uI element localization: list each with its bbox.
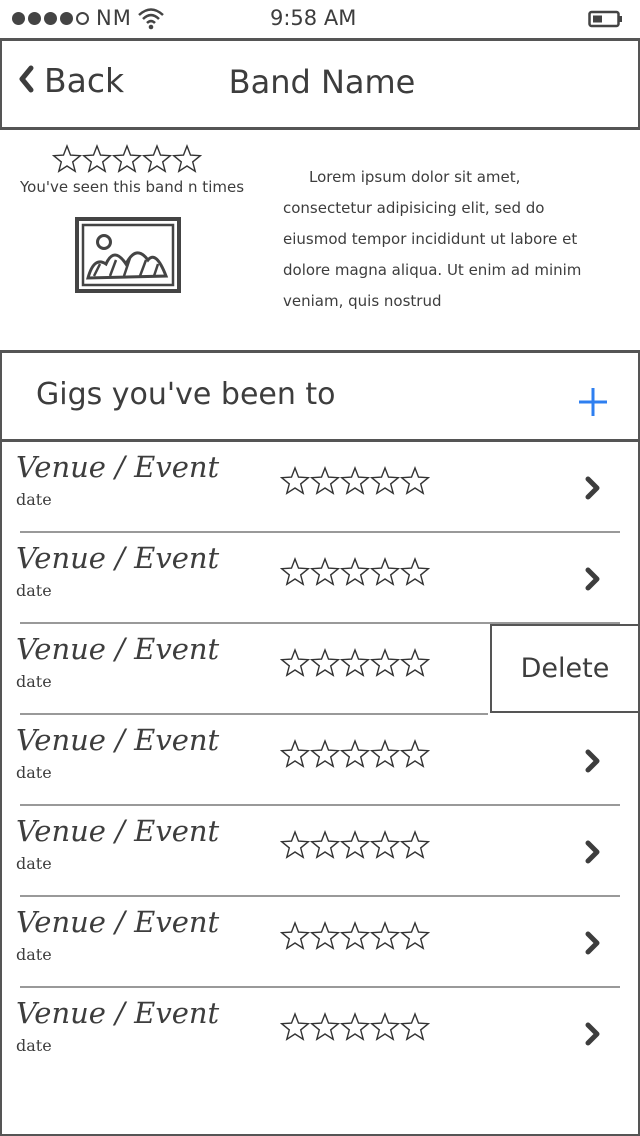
band-image (74, 216, 182, 298)
status-bar: NM 9:58 AM (0, 0, 640, 40)
add-gig-button[interactable] (576, 385, 610, 423)
gig-star-rating[interactable] (280, 557, 430, 587)
gig-star-rating[interactable] (280, 921, 430, 951)
venue-name: Venue / Event (16, 905, 220, 939)
band-header: You've seen this band n times Lorem ipsu… (0, 132, 640, 348)
star-icon[interactable] (340, 921, 370, 951)
venue-name: Venue / Event (16, 632, 220, 666)
venue-name: Venue / Event (16, 814, 220, 848)
signal-strength-icon (12, 12, 89, 25)
image-placeholder-icon (75, 217, 181, 293)
gig-star-rating[interactable] (280, 1012, 430, 1042)
star-icon[interactable] (280, 557, 310, 587)
star-icon[interactable] (400, 739, 430, 769)
gigs-section-header: Gigs you've been to (0, 350, 640, 442)
chevron-right-icon (584, 749, 600, 777)
star-icon[interactable] (340, 648, 370, 678)
star-icon[interactable] (310, 830, 340, 860)
chevron-right-icon (584, 1022, 600, 1050)
star-icon[interactable] (280, 466, 310, 496)
nav-bar: Back Band Name (0, 38, 640, 130)
star-icon[interactable] (310, 1012, 340, 1042)
chevron-right-icon (584, 931, 600, 959)
list-item[interactable]: Venue / Event date (2, 533, 638, 624)
star-icon[interactable] (400, 830, 430, 860)
battery-icon (588, 10, 624, 32)
star-icon[interactable] (280, 739, 310, 769)
list-item[interactable]: Venue / Event date (2, 806, 638, 897)
star-icon[interactable] (340, 830, 370, 860)
star-icon[interactable] (400, 921, 430, 951)
gig-date: date (16, 672, 52, 691)
star-icon[interactable] (400, 466, 430, 496)
section-title: Gigs you've been to (36, 377, 336, 412)
gig-date: date (16, 763, 52, 782)
list-item[interactable]: Venue / Event date (2, 715, 638, 806)
gig-date: date (16, 945, 52, 964)
star-icon[interactable] (280, 830, 310, 860)
wifi-icon (137, 6, 165, 34)
list-item[interactable]: Venue / Event date (2, 442, 638, 533)
star-icon[interactable] (142, 144, 172, 174)
venue-name: Venue / Event (16, 723, 220, 757)
star-icon[interactable] (112, 144, 142, 174)
star-icon[interactable] (400, 557, 430, 587)
carrier-name: NM (96, 6, 132, 30)
band-star-rating[interactable] (52, 144, 202, 174)
star-icon[interactable] (172, 144, 202, 174)
status-clock: 9:58 AM (270, 6, 357, 30)
gig-date: date (16, 854, 52, 873)
star-icon[interactable] (310, 921, 340, 951)
chevron-right-icon (584, 476, 600, 504)
list-item[interactable]: Venue / Event date Delete (2, 624, 640, 715)
star-icon[interactable] (280, 921, 310, 951)
star-icon[interactable] (280, 1012, 310, 1042)
gig-list: Venue / Event date Venue / Event date Ve… (0, 442, 640, 1136)
star-icon[interactable] (370, 648, 400, 678)
gig-star-rating[interactable] (280, 830, 430, 860)
delete-button[interactable]: Delete (490, 624, 640, 713)
star-icon[interactable] (370, 921, 400, 951)
star-icon[interactable] (370, 1012, 400, 1042)
star-icon[interactable] (310, 648, 340, 678)
venue-name: Venue / Event (16, 541, 220, 575)
star-icon[interactable] (280, 648, 310, 678)
page-title: Band Name (228, 63, 416, 101)
gig-star-rating[interactable] (280, 648, 430, 678)
star-icon[interactable] (370, 830, 400, 860)
star-icon[interactable] (310, 466, 340, 496)
gig-star-rating[interactable] (280, 466, 430, 496)
gig-date: date (16, 1036, 52, 1055)
chevron-right-icon (584, 840, 600, 868)
star-icon[interactable] (370, 466, 400, 496)
star-icon[interactable] (400, 648, 430, 678)
star-icon[interactable] (310, 557, 340, 587)
gig-date: date (16, 490, 52, 509)
gig-date: date (16, 581, 52, 600)
star-icon[interactable] (340, 1012, 370, 1042)
list-item[interactable]: Venue / Event date (2, 897, 638, 988)
list-item[interactable]: Venue / Event date (2, 988, 638, 1079)
plus-icon (579, 388, 607, 416)
star-icon[interactable] (82, 144, 112, 174)
star-icon[interactable] (340, 739, 370, 769)
star-icon[interactable] (370, 557, 400, 587)
venue-name: Venue / Event (16, 996, 220, 1030)
star-icon[interactable] (340, 466, 370, 496)
star-icon[interactable] (52, 144, 82, 174)
venue-name: Venue / Event (16, 450, 220, 484)
chevron-right-icon (584, 567, 600, 595)
band-description: Lorem ipsum dolor sit amet, consectetur … (283, 168, 582, 310)
star-icon[interactable] (340, 557, 370, 587)
star-icon[interactable] (310, 739, 340, 769)
star-icon[interactable] (370, 739, 400, 769)
star-icon[interactable] (400, 1012, 430, 1042)
gig-star-rating[interactable] (280, 739, 430, 769)
seen-count-text: You've seen this band n times (19, 178, 245, 196)
